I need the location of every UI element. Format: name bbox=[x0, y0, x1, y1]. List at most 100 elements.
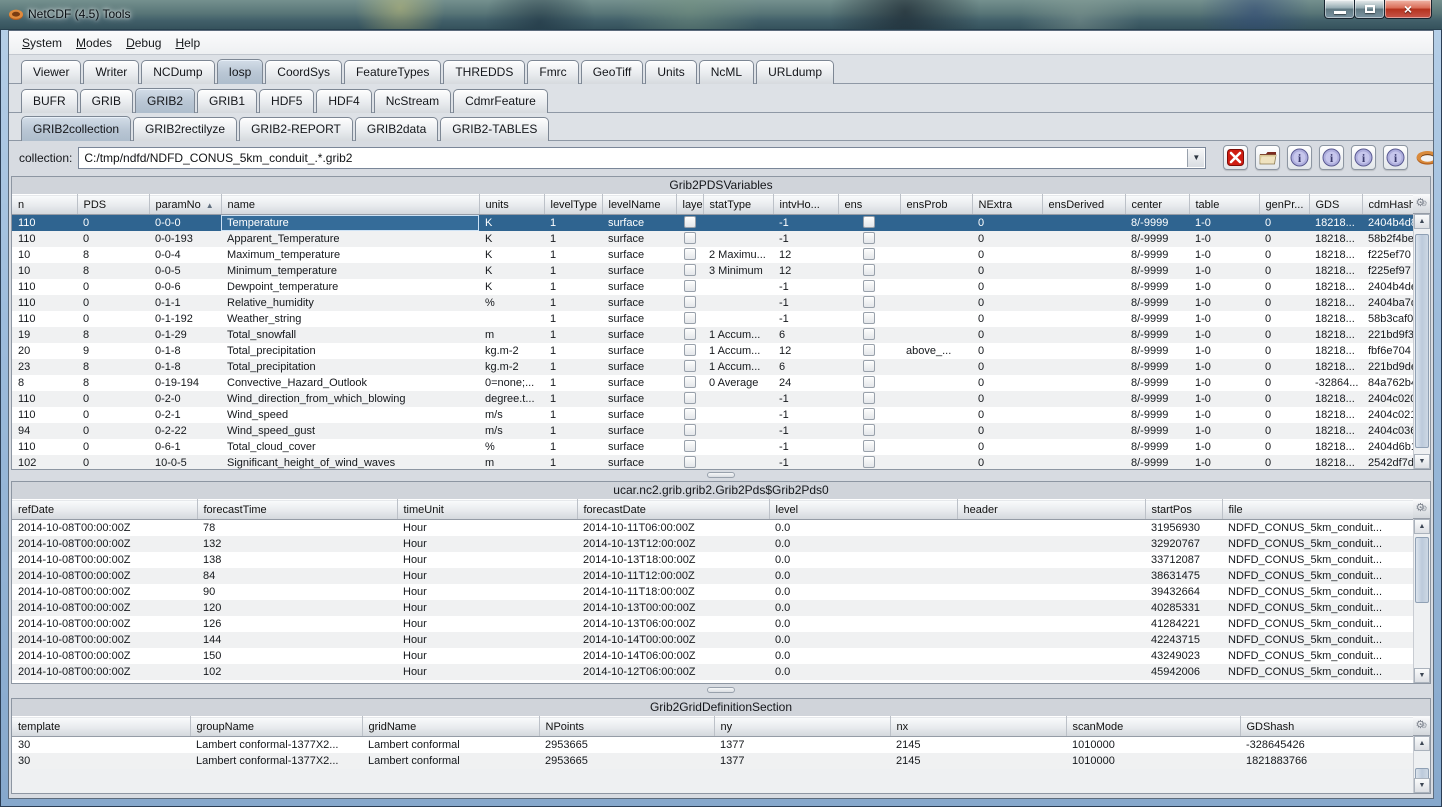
cell[interactable]: 18218... bbox=[1309, 359, 1362, 375]
cell[interactable]: 2014-10-11T18:00:00Z bbox=[577, 584, 769, 600]
cell[interactable]: 221bd9f3 bbox=[1362, 327, 1420, 343]
cell[interactable]: surface bbox=[602, 391, 676, 407]
cell[interactable]: 0 bbox=[972, 455, 1042, 470]
cell[interactable] bbox=[900, 423, 972, 439]
checkbox[interactable] bbox=[684, 440, 696, 452]
cell[interactable]: 94 bbox=[12, 423, 77, 439]
cell[interactable]: 8 bbox=[77, 247, 149, 263]
cell[interactable] bbox=[676, 247, 703, 263]
cell[interactable]: 18218... bbox=[1309, 247, 1362, 263]
checkbox[interactable] bbox=[863, 424, 875, 436]
column-header-nextra[interactable]: NExtra bbox=[972, 195, 1042, 215]
cell[interactable]: K bbox=[479, 231, 544, 247]
tab-urldump[interactable]: URLdump bbox=[756, 60, 834, 84]
checkbox[interactable] bbox=[863, 264, 875, 276]
cell[interactable] bbox=[838, 391, 900, 407]
tab-grib2-tables[interactable]: GRIB2-TABLES bbox=[440, 117, 549, 141]
cell[interactable]: m/s bbox=[479, 423, 544, 439]
table-row[interactable]: 2380-1-8Total_precipitationkg.m-21surfac… bbox=[12, 359, 1420, 375]
cell[interactable]: 110 bbox=[12, 215, 77, 232]
checkbox[interactable] bbox=[863, 248, 875, 260]
tab-writer[interactable]: Writer bbox=[83, 60, 139, 84]
table-row[interactable]: 11000-2-0Wind_direction_from_which_blowi… bbox=[12, 391, 1420, 407]
cell[interactable]: 1-0 bbox=[1189, 375, 1259, 391]
divider-handle[interactable] bbox=[707, 687, 735, 693]
cell[interactable]: 2014-10-08T00:00:00Z bbox=[12, 552, 197, 568]
cell[interactable] bbox=[1042, 327, 1125, 343]
column-header-genpr-[interactable]: genPr... bbox=[1259, 195, 1309, 215]
cell[interactable]: 0 Average bbox=[703, 375, 773, 391]
split-divider-1[interactable] bbox=[9, 470, 1433, 479]
cell[interactable]: 0-1-1 bbox=[149, 295, 221, 311]
table-row[interactable]: 9400-2-22Wind_speed_gustm/s1surface-108/… bbox=[12, 423, 1420, 439]
cell[interactable]: 2145 bbox=[890, 737, 1066, 753]
cell[interactable]: 8 bbox=[77, 375, 149, 391]
checkbox[interactable] bbox=[684, 296, 696, 308]
cell[interactable]: 8/-9999 bbox=[1125, 327, 1189, 343]
cell[interactable] bbox=[900, 231, 972, 247]
cell[interactable]: 10 bbox=[12, 247, 77, 263]
cell[interactable]: 8/-9999 bbox=[1125, 391, 1189, 407]
column-header-timeunit[interactable]: timeUnit bbox=[397, 500, 577, 520]
cell[interactable]: -1 bbox=[773, 423, 838, 439]
checkbox[interactable] bbox=[863, 440, 875, 452]
cell[interactable]: 0-1-192 bbox=[149, 311, 221, 327]
cell[interactable]: Hour bbox=[397, 616, 577, 632]
cell[interactable]: Temperature bbox=[221, 215, 479, 232]
cell[interactable]: 8/-9999 bbox=[1125, 343, 1189, 359]
cell[interactable] bbox=[676, 327, 703, 343]
close-button[interactable]: × bbox=[1384, 0, 1432, 19]
cell[interactable]: 18218... bbox=[1309, 263, 1362, 279]
cell[interactable]: 0-0-193 bbox=[149, 231, 221, 247]
table-row[interactable]: 2014-10-08T00:00:00Z138Hour2014-10-13T18… bbox=[12, 552, 1417, 568]
cell[interactable]: 1-0 bbox=[1189, 311, 1259, 327]
cell[interactable]: surface bbox=[602, 311, 676, 327]
cell[interactable]: 0-1-8 bbox=[149, 359, 221, 375]
cell[interactable]: K bbox=[479, 279, 544, 295]
cell[interactable] bbox=[1042, 215, 1125, 232]
cell[interactable]: 0 bbox=[1259, 295, 1309, 311]
cell[interactable]: 39432664 bbox=[1145, 584, 1222, 600]
cell[interactable]: 1-0 bbox=[1189, 343, 1259, 359]
cell[interactable]: surface bbox=[602, 455, 676, 470]
cell[interactable] bbox=[957, 536, 1145, 552]
cell[interactable] bbox=[1042, 247, 1125, 263]
cell[interactable] bbox=[838, 311, 900, 327]
table-row[interactable]: 2014-10-08T00:00:00Z150Hour2014-10-14T06… bbox=[12, 648, 1417, 664]
cell[interactable] bbox=[838, 455, 900, 470]
cell[interactable] bbox=[957, 632, 1145, 648]
cell[interactable]: surface bbox=[602, 215, 676, 232]
table-row[interactable]: 2014-10-08T00:00:00Z132Hour2014-10-13T12… bbox=[12, 536, 1417, 552]
checkbox[interactable] bbox=[863, 296, 875, 308]
checkbox[interactable] bbox=[863, 232, 875, 244]
cell[interactable]: Hour bbox=[397, 520, 577, 536]
cell[interactable] bbox=[838, 263, 900, 279]
column-header-ensprob[interactable]: ensProb bbox=[900, 195, 972, 215]
cell[interactable]: 1-0 bbox=[1189, 295, 1259, 311]
cell[interactable]: Hour bbox=[397, 632, 577, 648]
cell[interactable] bbox=[676, 359, 703, 375]
cell[interactable]: 30 bbox=[12, 737, 190, 753]
cell[interactable]: 40285331 bbox=[1145, 600, 1222, 616]
cell[interactable]: 10 bbox=[12, 263, 77, 279]
checkbox[interactable] bbox=[684, 248, 696, 260]
cell[interactable]: -1 bbox=[773, 455, 838, 470]
cell[interactable]: 2014-10-08T00:00:00Z bbox=[12, 664, 197, 680]
cell[interactable] bbox=[1042, 311, 1125, 327]
cell[interactable]: NDFD_CONUS_5km_conduit... bbox=[1222, 648, 1417, 664]
cell[interactable]: 1-0 bbox=[1189, 231, 1259, 247]
cell[interactable]: 2014-10-08T00:00:00Z bbox=[12, 600, 197, 616]
cell[interactable]: 0.0 bbox=[769, 600, 957, 616]
cell[interactable]: 2 Maximu... bbox=[703, 247, 773, 263]
cell[interactable] bbox=[838, 247, 900, 263]
checkbox[interactable] bbox=[684, 280, 696, 292]
cell[interactable] bbox=[957, 568, 1145, 584]
table-row[interactable]: 11000-0-6Dewpoint_temperatureK1surface-1… bbox=[12, 279, 1420, 295]
tab-ncml[interactable]: NcML bbox=[699, 60, 754, 84]
cell[interactable]: 110 bbox=[12, 391, 77, 407]
cell[interactable]: 221bd9de bbox=[1362, 359, 1420, 375]
cell[interactable] bbox=[676, 231, 703, 247]
column-header-file[interactable]: file bbox=[1222, 500, 1417, 520]
cell[interactable]: 2014-10-13T12:00:00Z bbox=[577, 536, 769, 552]
cell[interactable] bbox=[900, 215, 972, 232]
